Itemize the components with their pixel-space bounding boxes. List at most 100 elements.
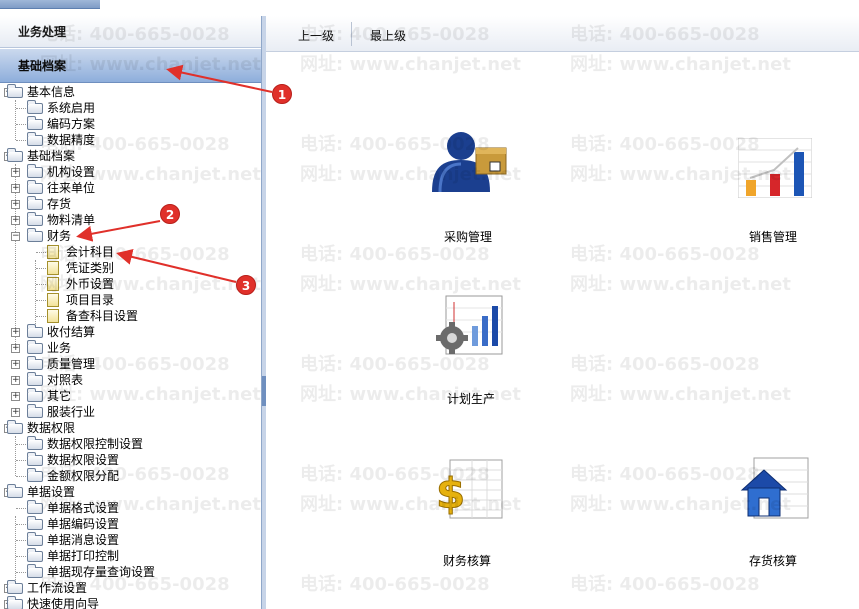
- tree-node-document-settings[interactable]: − 单据设置: [0, 484, 261, 500]
- tree-label: 外币设置: [66, 277, 115, 291]
- tree-leaf-reference-subjects[interactable]: 备查科目设置: [0, 308, 261, 324]
- expand-icon[interactable]: +: [11, 408, 20, 417]
- tree-label: 单据设置: [27, 485, 76, 499]
- expand-icon[interactable]: +: [11, 168, 20, 177]
- nav-business-processing[interactable]: 业务处理: [0, 16, 261, 48]
- tree-leaf-coding-scheme[interactable]: 编码方案: [0, 116, 261, 132]
- tree-leaf-data-perm-control[interactable]: 数据权限控制设置: [0, 436, 261, 452]
- tree-leaf-doc-print[interactable]: 单据打印控制: [0, 548, 261, 564]
- tree-leaf-amount-perm[interactable]: 金额权限分配: [0, 468, 261, 484]
- tree-connector: [16, 476, 26, 477]
- nav-basic-archives[interactable]: 基础档案: [0, 49, 261, 83]
- module-label: 采购管理: [443, 230, 492, 244]
- tree-leaf-system-enable[interactable]: 系统启用: [0, 100, 261, 116]
- collapse-icon[interactable]: −: [11, 232, 20, 241]
- tree-node-quick-guide[interactable]: + 快速使用向导: [0, 596, 261, 609]
- tree-leaf-data-perm-settings[interactable]: 数据权限设置: [0, 452, 261, 468]
- folder-icon: [27, 388, 43, 402]
- folder-icon: [27, 404, 43, 418]
- folder-open-icon: [7, 420, 23, 434]
- tree-label: 收付结算: [47, 325, 96, 339]
- expand-icon[interactable]: +: [11, 328, 20, 337]
- module-label: 存货核算: [748, 554, 797, 568]
- expand-icon[interactable]: +: [11, 216, 20, 225]
- folder-icon: [27, 100, 43, 114]
- tree-leaf-doc-coding[interactable]: 单据编码设置: [0, 516, 261, 532]
- tree-label: 单据编码设置: [47, 517, 120, 531]
- tree-label: 凭证类别: [66, 261, 115, 275]
- tree-label: 备查科目设置: [66, 309, 139, 323]
- tree-label: 服装行业: [47, 405, 96, 419]
- folder-icon: [27, 324, 43, 338]
- annotation-marker-1: 1: [272, 84, 292, 104]
- tree-label: 机构设置: [47, 165, 96, 179]
- tree-connector: [16, 572, 26, 573]
- folder-icon: [27, 116, 43, 130]
- tree-node-workflow[interactable]: + 工作流设置: [0, 580, 261, 596]
- tree-node-business[interactable]: + 业务: [0, 340, 261, 356]
- tree-leaf-doc-format[interactable]: 单据格式设置: [0, 500, 261, 516]
- tree-node-mapping[interactable]: + 对照表: [0, 372, 261, 388]
- folder-icon: [27, 532, 43, 546]
- document-icon: [47, 293, 59, 307]
- up-level-button[interactable]: 上一级: [298, 27, 334, 44]
- expand-icon[interactable]: +: [11, 392, 20, 401]
- tree-leaf-voucher-types[interactable]: 凭证类别: [0, 260, 261, 276]
- production-gear-icon: [436, 295, 503, 355]
- folder-icon: [7, 596, 23, 609]
- tree-connector: [36, 316, 46, 317]
- tree-leaf-project-catalog[interactable]: 项目目录: [0, 292, 261, 308]
- document-icon: [47, 261, 59, 275]
- tree-connector: [16, 524, 26, 525]
- top-level-button[interactable]: 最上级: [370, 27, 406, 44]
- tree-connector: [16, 124, 26, 125]
- tree-leaf-account-subjects[interactable]: 会计科目: [0, 244, 261, 260]
- module-inventory-accounting[interactable]: 存货核算: [718, 456, 828, 576]
- tree-node-other[interactable]: + 其它: [0, 388, 261, 404]
- tree-leaf-doc-message[interactable]: 单据消息设置: [0, 532, 261, 548]
- tree-leaf-doc-stock-query[interactable]: 单据现存量查询设置: [0, 564, 261, 580]
- folder-icon: [27, 436, 43, 450]
- module-sales[interactable]: 销售管理: [718, 128, 828, 258]
- module-production[interactable]: 计划生产: [416, 292, 526, 412]
- tree-label: 编码方案: [47, 117, 96, 131]
- tree-node-contacts[interactable]: + 往来单位: [0, 180, 261, 196]
- folder-icon: [27, 356, 43, 370]
- tree-label: 数据精度: [47, 133, 96, 147]
- expand-icon[interactable]: +: [11, 184, 20, 193]
- tree-connector: [36, 252, 46, 253]
- tree-label: 财务: [47, 229, 72, 243]
- tree-node-org-settings[interactable]: + 机构设置: [0, 164, 261, 180]
- tree-node-apparel[interactable]: + 服装行业: [0, 404, 261, 420]
- tree-node-data-permissions[interactable]: − 数据权限: [0, 420, 261, 436]
- expand-icon[interactable]: +: [11, 360, 20, 369]
- document-icon: [47, 277, 59, 291]
- tree-label: 基础档案: [27, 149, 76, 163]
- tree-label: 质量管理: [47, 357, 96, 371]
- top-tab[interactable]: [0, 0, 100, 9]
- svg-text:$: $: [436, 469, 465, 518]
- module-finance[interactable]: $ 财务核算: [412, 456, 522, 576]
- tree-label: 物料清单: [47, 213, 96, 227]
- sales-chart-icon: [738, 138, 812, 198]
- dollar-icon: $: [436, 459, 503, 519]
- tree-leaf-currency-settings[interactable]: 外币设置: [0, 276, 261, 292]
- folder-icon: [27, 372, 43, 386]
- tree-node-settlement[interactable]: + 收付结算: [0, 324, 261, 340]
- tree-node-bom[interactable]: + 物料清单: [0, 212, 261, 228]
- tree-node-quality[interactable]: + 质量管理: [0, 356, 261, 372]
- tree-node-basic-info[interactable]: − 基本信息: [0, 84, 261, 100]
- tree-node-finance[interactable]: − 财务: [0, 228, 261, 244]
- module-label: 财务核算: [442, 554, 491, 568]
- expand-icon[interactable]: +: [11, 376, 20, 385]
- tree-leaf-data-precision[interactable]: 数据精度: [0, 132, 261, 148]
- folder-icon: [27, 180, 43, 194]
- tree-label: 单据格式设置: [47, 501, 120, 515]
- expand-icon[interactable]: +: [11, 344, 20, 353]
- expand-icon[interactable]: +: [11, 200, 20, 209]
- tree-node-inventory[interactable]: + 存货: [0, 196, 261, 212]
- module-purchase[interactable]: 采购管理: [413, 128, 523, 258]
- tree-node-basic-archives[interactable]: − 基础档案: [0, 148, 261, 164]
- module-label: 计划生产: [446, 392, 495, 406]
- tree-label: 工作流设置: [27, 581, 88, 595]
